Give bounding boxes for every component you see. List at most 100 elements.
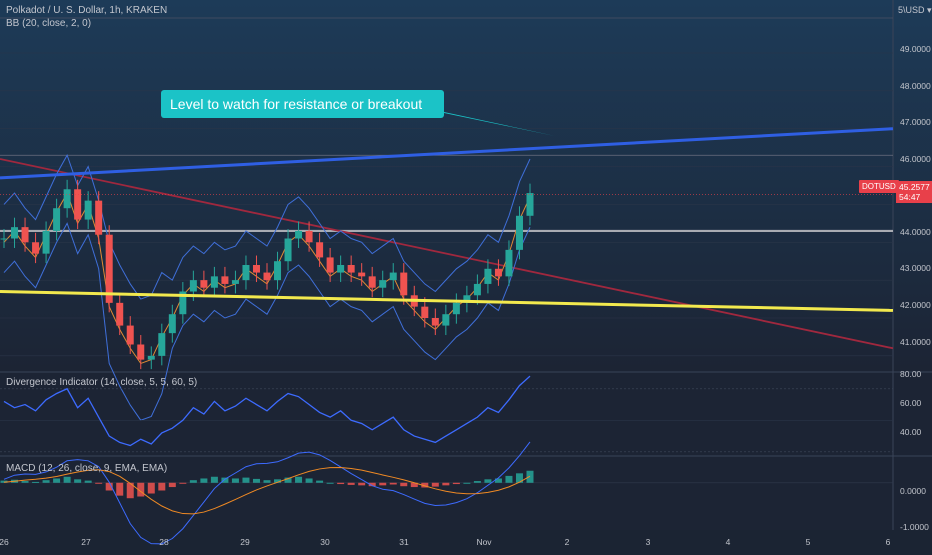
price-label: 42.0000 [900,300,931,310]
candle-body [189,280,197,292]
macd-histogram-bar [42,480,50,483]
candle-body [494,268,502,277]
candle-body [42,230,50,254]
candle-body [526,193,534,216]
candle-body [0,238,8,240]
candle-body [252,265,260,273]
macd-histogram-bar [21,481,29,483]
price-label: 49.0000 [900,44,931,54]
candle-body [400,272,408,296]
symbol-title[interactable]: Polkadot / U. S. Dollar, 1h, KRAKEN [6,5,167,16]
macd-histogram-bar [505,475,513,483]
ticker-badge: DOTUSD [859,180,899,193]
macd-histogram-bar [74,479,82,483]
price-label: 47.0000 [900,117,931,127]
candle-body [74,189,82,220]
macd-histogram-bar [263,480,271,483]
macd-histogram-bar [295,476,303,483]
macd-histogram-bar [95,482,103,484]
macd-histogram-bar [32,481,40,483]
time-axis-label: 27 [81,537,91,547]
last-price-badge: 45.2577 54:47 [896,181,932,203]
candle-body [95,200,103,235]
candle-body [242,265,250,281]
price-label: 48.0000 [900,81,931,91]
currency-menu[interactable]: 5\USD ▾ [898,5,932,16]
rsi-scale-label: 40.00 [900,427,922,437]
candle-body [305,230,313,243]
candle-body [431,318,439,326]
candle-body [337,265,345,273]
macd-histogram-bar [526,470,534,483]
candle-body [137,344,145,360]
macd-histogram-bar [179,482,187,484]
time-axis-label: 5 [805,537,811,547]
macd-histogram-bar [116,482,124,496]
candle-body [210,276,218,288]
macd-indicator-label[interactable]: MACD (12, 26, close, 9, EMA, EMA) [6,463,167,474]
macd-histogram-bar [84,480,92,483]
last-price-value: 45.2577 [899,182,930,192]
bar-countdown: 54:47 [899,192,921,202]
price-label: 44.0000 [900,227,931,237]
candle-body [484,268,492,284]
macd-histogram-bar [463,482,471,484]
macd-histogram-bar [316,480,324,483]
candle-body [221,276,229,284]
currency-menu-glyph: 5\ [898,5,906,15]
price-label: 46.0000 [900,154,931,164]
candle-body [515,215,523,250]
macd-histogram-bar [252,478,260,483]
candle-body [147,355,155,360]
candle-body [11,227,19,239]
divergence-indicator-label[interactable]: Divergence Indicator (14, close, 5, 5, 6… [6,377,197,388]
candle-body [168,314,176,334]
macd-histogram-bar [389,482,397,485]
candle-body [126,325,134,345]
time-axis-background [0,530,932,550]
annotation-callout[interactable]: Level to watch for resistance or breakou… [161,90,444,118]
time-axis-label: Nov [476,537,492,547]
currency-label: USD [905,5,925,15]
candle-body [316,242,324,258]
time-axis-label: 28 [159,537,169,547]
candle-body [295,230,303,239]
time-axis-label: 3 [645,537,651,547]
rsi-scale-label: 60.00 [900,398,922,408]
candle-body [347,265,355,273]
macd-histogram-bar [326,482,334,484]
time-axis-label: 4 [725,537,731,547]
macd-histogram-bar [63,476,71,483]
macd-scale-label: -1.0000 [900,522,929,532]
macd-histogram-bar [400,482,408,487]
price-label: 43.0000 [900,263,931,273]
candle-body [473,283,481,296]
main-pane-background [0,0,932,371]
time-axis-label: 30 [320,537,330,547]
candle-body [358,272,366,277]
candle-body [274,261,282,281]
macd-histogram-bar [484,479,492,483]
candle-body [84,200,92,220]
candle-body [284,238,292,262]
time-axis-label: 31 [399,537,409,547]
bb-indicator-label[interactable]: BB (20, close, 2, 0) [6,18,91,29]
candle-body [442,314,450,326]
candle-body [63,189,71,209]
rsi-scale-label: 80.00 [900,369,922,379]
time-axis-label: 2 [564,537,570,547]
candle-body [263,272,271,281]
candle-body [379,280,387,288]
time-axis-label: 26 [0,537,9,547]
candle-body [326,257,334,273]
candle-body [505,249,513,277]
macd-histogram-bar [168,482,176,488]
macd-histogram-bar [442,482,450,486]
candle-body [421,306,429,318]
candle-body [368,276,376,288]
candle-body [53,208,61,231]
candle-body [231,280,239,284]
candle-body [21,227,29,243]
macd-histogram-bar [305,478,313,483]
candle-body [452,302,460,315]
